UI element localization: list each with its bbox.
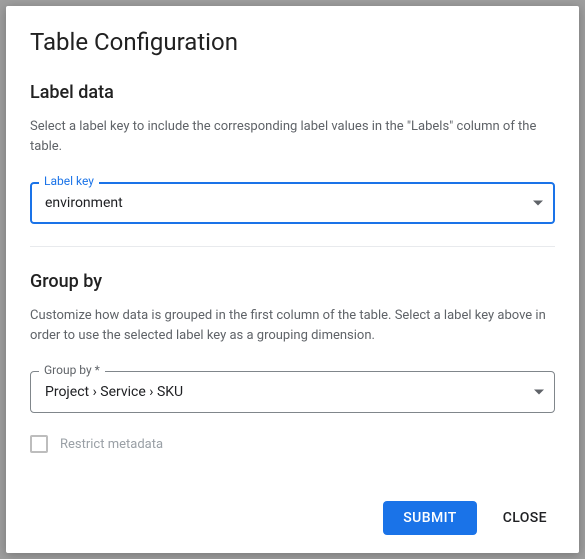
restrict-metadata-label: Restrict metadata <box>60 437 163 452</box>
group-by-description: Customize how data is grouped in the fir… <box>30 306 555 345</box>
chevron-down-icon <box>534 390 544 395</box>
dialog-actions: Submit Close <box>6 487 579 553</box>
label-key-field: Label key environment <box>30 182 555 224</box>
label-key-select[interactable]: environment <box>30 182 555 224</box>
group-by-field-label: Group by * <box>39 363 105 377</box>
label-data-heading: Label data <box>30 82 555 103</box>
chevron-down-icon <box>533 201 543 206</box>
group-by-heading: Group by <box>30 271 555 292</box>
section-divider <box>30 246 555 247</box>
label-data-description: Select a label key to include the corres… <box>30 117 555 156</box>
dialog-title: Table Configuration <box>30 28 555 56</box>
close-button[interactable]: Close <box>495 501 555 535</box>
group-by-field: Group by * Project › Service › SKU <box>30 371 555 413</box>
restrict-metadata-row: Restrict metadata <box>30 435 555 453</box>
restrict-metadata-checkbox[interactable] <box>30 435 48 453</box>
table-configuration-dialog: Table Configuration Label data Select a … <box>6 6 579 553</box>
label-key-value: environment <box>45 195 123 211</box>
group-by-value: Project › Service › SKU <box>45 384 183 400</box>
submit-button[interactable]: Submit <box>383 501 476 535</box>
dialog-body: Table Configuration Label data Select a … <box>6 6 579 487</box>
label-key-field-label: Label key <box>39 174 99 188</box>
group-by-select[interactable]: Project › Service › SKU <box>30 371 555 413</box>
